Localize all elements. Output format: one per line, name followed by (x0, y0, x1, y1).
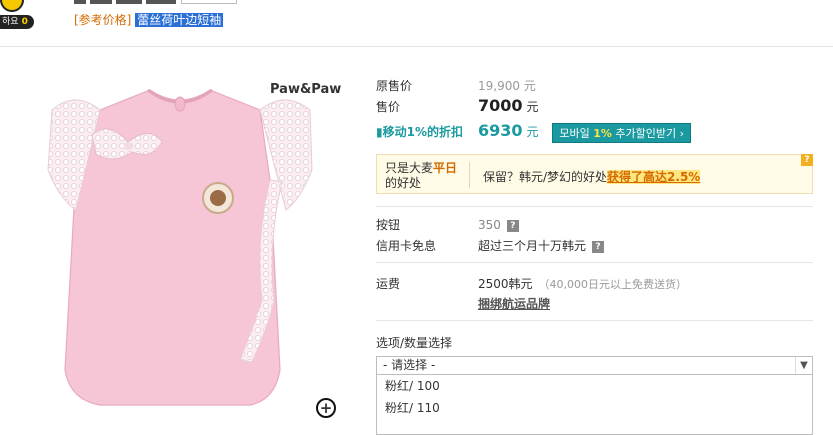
zoom-icon[interactable]: + (316, 398, 336, 418)
promo-link[interactable]: 获得了高达2.5% (607, 170, 701, 184)
mobile-phone-icon: ▮ (376, 125, 383, 139)
badge-pill: 하요 0 (0, 15, 34, 29)
sale-price-unit: 元 (526, 100, 539, 114)
tshirt-image (47, 88, 313, 406)
rating-badge[interactable]: 하요 0 (0, 0, 34, 36)
interest-row: 信用卡免息 超过三个月十万韩元? (376, 237, 605, 254)
shipping-link-row: 捆绑航运品牌 (478, 295, 550, 312)
chevron-down-icon[interactable]: ▼ (795, 357, 812, 374)
divider (376, 206, 813, 207)
option-list: 粉红/ 100 粉红/ 110 (376, 375, 813, 435)
options-label: 选项/数量选择 (376, 336, 453, 350)
mobile-price-row: ▮移动1%的折扣 6930 元 모바일 1% 추가할인받기 › (376, 121, 692, 143)
promo-text: 保留？韩元/梦幻的好处 (483, 170, 608, 184)
divider (376, 320, 813, 321)
badge-count: 0 (21, 17, 28, 27)
mobile-discount-button[interactable]: 모바일 1% 추가할인받기 › (552, 122, 692, 143)
ref-price-value: 蕾丝荷叶边短袖 (135, 13, 224, 27)
divider (376, 262, 813, 263)
reference-price: [参考价格] 蕾丝荷叶边短袖 (74, 11, 224, 28)
original-price-value: 19,900 元 (478, 79, 536, 93)
points-value: 350 (478, 218, 501, 232)
points-help-icon[interactable]: ? (506, 219, 519, 232)
promo-right: 保留？韩元/梦幻的好处获得了高达2.5% (483, 168, 701, 185)
points-label: 按钮 (376, 218, 401, 232)
brand-logo: Paw&Paw (270, 82, 342, 97)
points-row: 按钮 350? (376, 216, 519, 233)
cropped-title (74, 0, 254, 6)
sale-price-value: 7000 (478, 96, 523, 115)
shipping-row: 运费 2500韩元 （40,000日元以上免费送货） (376, 275, 687, 292)
ref-price-label: [参考价格] (74, 13, 132, 27)
shipping-label: 运费 (376, 277, 401, 291)
mobile-price-value: 6930 (478, 121, 523, 140)
sale-price-row: 售价 7000 元 (376, 96, 539, 115)
mobile-price-unit: 元 (526, 125, 539, 139)
product-image[interactable]: Paw&Paw + (30, 70, 350, 420)
cropped-box (181, 0, 237, 4)
top-bar: 하요 0 [参考价格] 蕾丝荷叶边短袖 (0, 0, 833, 46)
promo-separator (469, 162, 470, 188)
option-select-value: - 请选择 - (383, 358, 436, 372)
mobile-price-label: ▮移动1%的折扣 (376, 125, 463, 139)
badge-text: 하요 (2, 17, 19, 27)
smile-icon (0, 0, 24, 12)
option-item[interactable]: 粉红/ 100 (377, 375, 812, 397)
promo-help-icon[interactable]: ? (801, 154, 813, 166)
option-item[interactable]: 粉红/ 110 (377, 397, 812, 419)
interest-help-icon[interactable]: ? (592, 240, 605, 253)
option-select[interactable]: - 请选择 - ▼ (376, 356, 813, 375)
bundle-shipping-link[interactable]: 捆绑航运品牌 (478, 297, 550, 311)
promo-left: 只是大麦平日 的好处 (385, 161, 458, 190)
interest-value: 超过三个月十万韩元 (478, 239, 587, 253)
promo-box: 只是大麦平日 的好处 保留？韩元/梦幻的好处获得了高达2.5% ? (376, 154, 813, 194)
sale-price-label: 售价 (376, 100, 401, 114)
header-divider (0, 46, 833, 47)
interest-label: 信用卡免息 (376, 239, 437, 253)
shipping-value: 2500韩元 (478, 277, 533, 291)
shipping-note: （40,000日元以上免费送货） (538, 278, 688, 291)
original-price-label: 原售价 (376, 79, 413, 93)
original-price-row: 原售价 19,900 元 (376, 77, 536, 94)
